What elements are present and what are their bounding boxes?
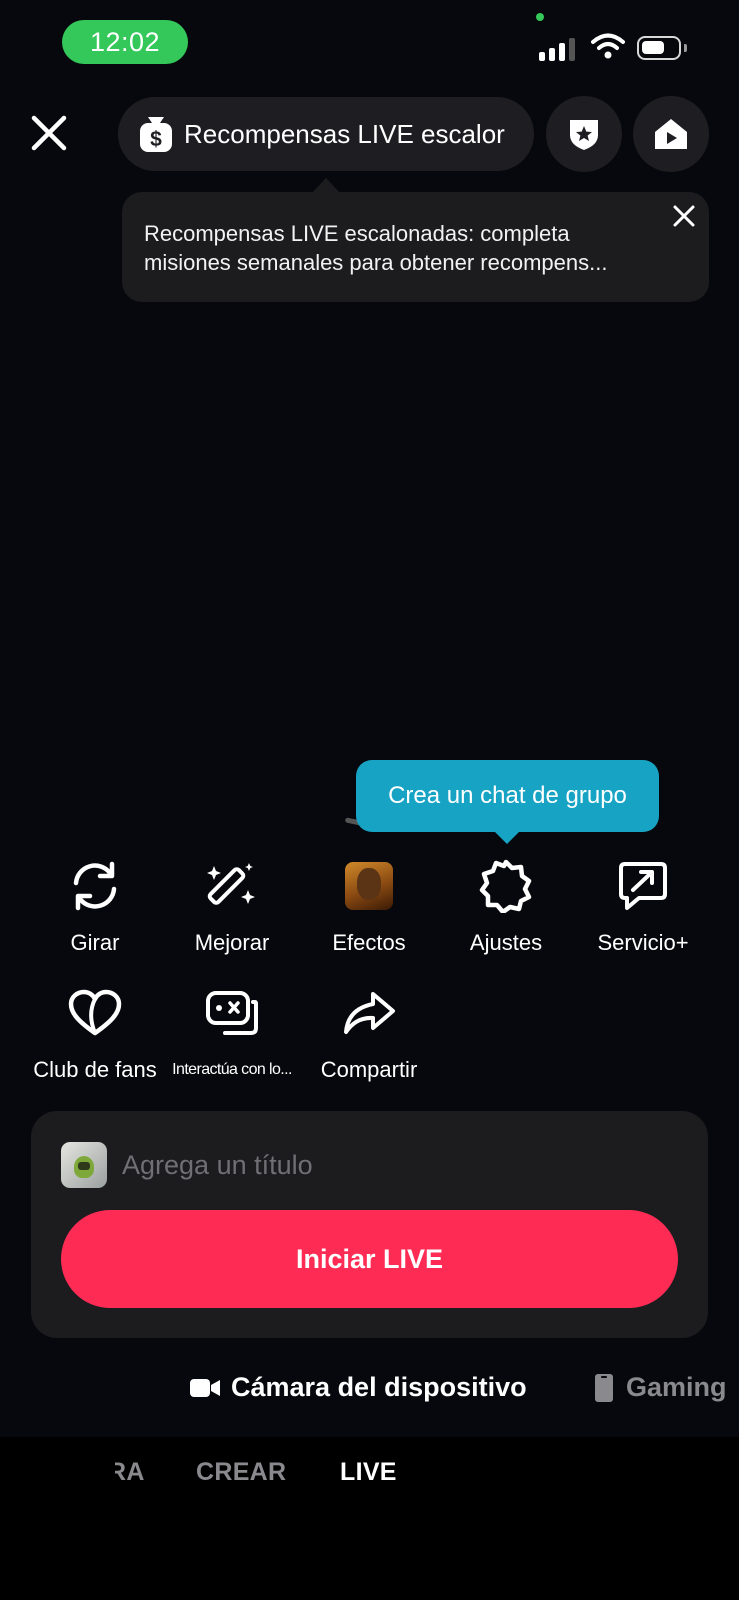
tool-service-plus[interactable]: Servicio+ [574,857,712,956]
rotate-icon [73,861,117,911]
battery-tip [684,44,687,52]
source-device-camera[interactable]: Cámara del dispositivo [189,1372,527,1403]
tool-label: Ajustes [469,930,543,955]
rewards-tooltip-line2: misiones semanales para obtener recompen… [144,250,608,275]
source-label: Cámara del dispositivo [231,1372,527,1402]
rewards-tooltip: Recompensas LIVE escalonadas: completa m… [122,192,709,302]
tool-effects[interactable]: Efectos [300,857,438,956]
group-chat-tooltip[interactable]: Crea un chat de grupo [356,760,659,832]
group-chat-tooltip-pointer [494,831,520,844]
settings-gear-icon [479,859,532,913]
tool-label: Club de fans [33,1057,157,1082]
home-play-icon [655,119,687,149]
tooltip-pointer [312,178,340,193]
service-plus-icon [619,862,667,910]
svg-text:$: $ [150,128,162,151]
tool-label: Interactúa con lo... [172,1061,292,1078]
avatar[interactable] [61,1142,107,1188]
status-time: 12:02 [62,20,188,64]
home-button[interactable] [633,96,709,172]
rewards-tooltip-line1: Recompensas LIVE escalonadas: completa [144,221,570,246]
tool-label: Compartir [320,1057,418,1082]
magic-wand-icon [207,863,255,905]
source-gaming[interactable]: Gaming [594,1372,727,1403]
rewards-pill-button[interactable]: $ Recompensas LIVE escalor [118,97,534,171]
title-input[interactable] [122,1143,662,1187]
close-icon[interactable] [26,110,72,156]
tool-fan-club[interactable]: Club de fans [26,984,164,1083]
source-label: Gaming [626,1372,727,1402]
video-camera-icon [190,1378,220,1397]
dollar-bag-icon: $ [140,117,172,152]
shield-star-icon [570,120,598,150]
camera-indicator-dot [536,13,544,21]
tool-label: Efectos [332,930,406,955]
tool-share[interactable]: Compartir [300,984,438,1083]
start-live-button[interactable]: Iniciar LIVE [61,1210,678,1308]
tool-rotate[interactable]: Girar [26,857,164,956]
heart-icon [68,989,122,1036]
mode-tab-live[interactable]: LIVE [340,1458,397,1487]
cellular-signal-icon [539,37,575,61]
tool-enhance[interactable]: Mejorar [163,857,301,956]
effects-thumbnail [345,862,393,910]
mode-tab-create[interactable]: CREAR [196,1458,286,1487]
mobile-phone-icon [595,1373,613,1402]
tooltip-close-icon[interactable] [671,203,697,229]
share-arrow-icon [344,992,395,1034]
tool-interact[interactable]: Interactúa con lo... [163,984,301,1079]
tool-settings[interactable]: Ajustes [437,857,575,956]
game-controller-icon [206,991,258,1035]
tool-label: Servicio+ [597,930,689,955]
tool-label: Girar [70,930,120,955]
wifi-icon [591,33,625,59]
tool-label: Mejorar [194,930,270,955]
rewards-pill-label: Recompensas LIVE escalor [184,118,505,149]
shield-button[interactable] [546,96,622,172]
battery-icon [637,36,681,60]
